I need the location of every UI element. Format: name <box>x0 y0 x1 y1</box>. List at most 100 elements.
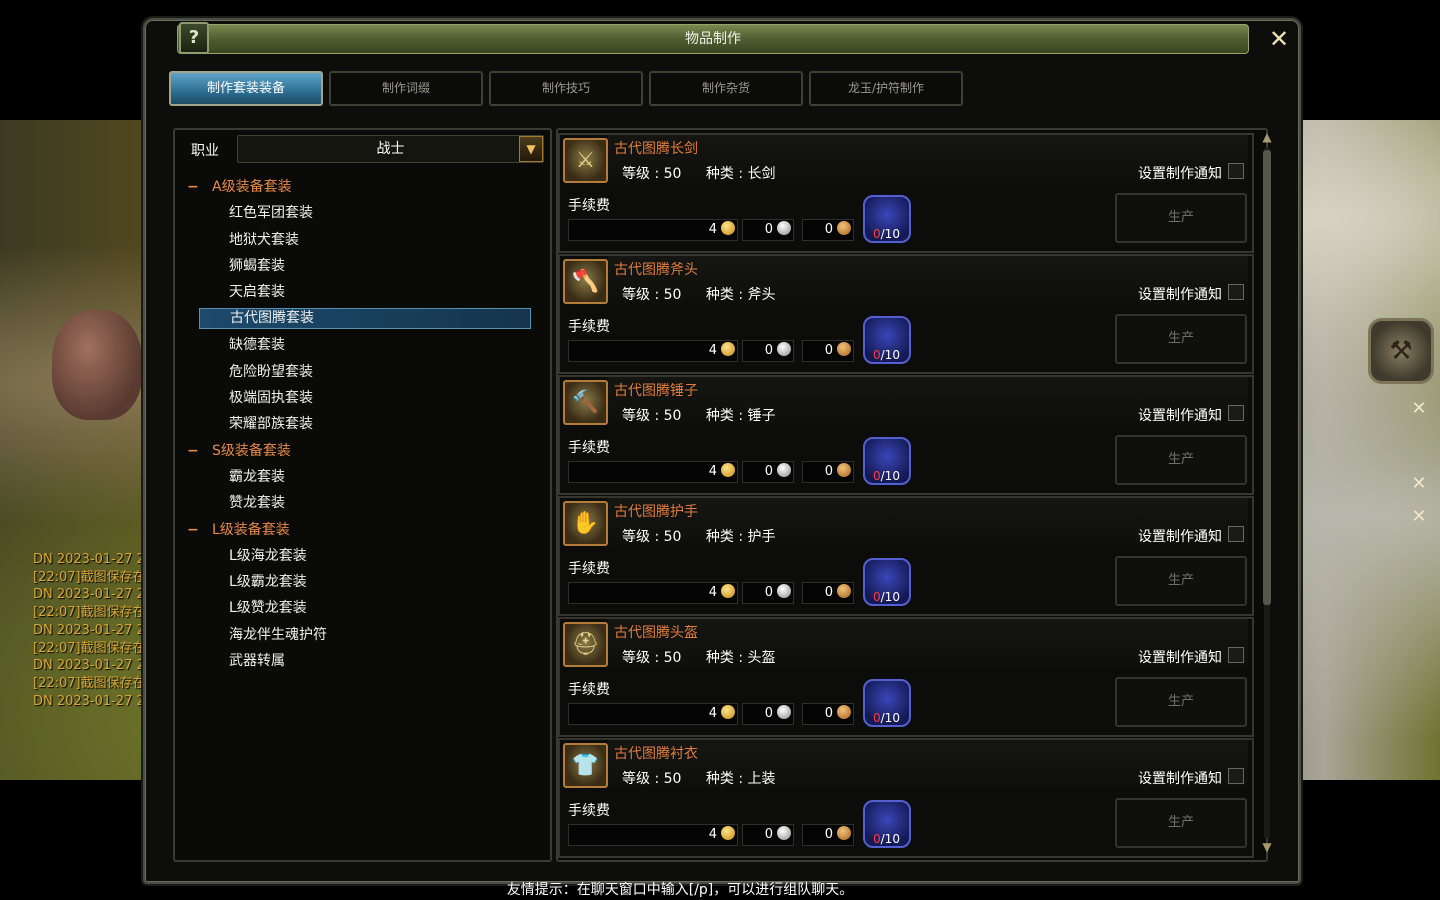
notify-checkbox[interactable] <box>1228 526 1244 542</box>
fee-silver-value: 0 <box>764 464 773 479</box>
tree-item[interactable]: L级海龙套装 <box>183 543 545 569</box>
notify-label: 设置制作通知 <box>1138 166 1222 182</box>
item-icon[interactable]: ✋ <box>563 501 608 546</box>
copper-coin-icon <box>837 221 851 235</box>
notify-checkbox[interactable] <box>1228 768 1244 784</box>
silver-coin-icon <box>777 221 791 235</box>
tree-item[interactable]: 霸龙套装 <box>183 464 545 490</box>
tree-item[interactable]: 红色军团套装 <box>183 200 545 226</box>
tree-group[interactable]: − S级装备套装 <box>183 438 545 464</box>
produce-button[interactable]: 生产 <box>1115 556 1247 606</box>
fee-label: 手续费 <box>568 319 610 335</box>
recipe-name: 古代图腾斧头 <box>614 262 698 278</box>
material-need: /10 <box>880 832 900 846</box>
tab-set-equipment[interactable]: 制作套装装备 <box>169 71 323 106</box>
tree-item[interactable]: L级霸龙套装 <box>183 569 545 595</box>
scroll-thumb[interactable] <box>1263 150 1271 605</box>
recipe-name: 古代图腾护手 <box>614 504 698 520</box>
collapse-icon[interactable]: − <box>183 517 212 543</box>
tab-dragon-jade-talisman[interactable]: 龙玉/护符制作 <box>809 71 963 106</box>
recipe-name: 古代图腾头盔 <box>614 625 698 641</box>
produce-button[interactable]: 生产 <box>1115 798 1247 848</box>
recipe-item: ⚔ 古代图腾长剑 等级 : 50 种类 : 长剑 设置制作通知 手续费 4 0 … <box>558 133 1254 253</box>
tree-item[interactable]: 极端固执套装 <box>183 385 545 411</box>
gold-coin-icon <box>721 221 735 235</box>
fee-copper: 0 <box>802 582 854 604</box>
material-icon[interactable]: 0/10 <box>863 437 911 485</box>
recipe-meta: 等级 : 50 种类 : 护手 <box>622 526 796 546</box>
tree-group-label: A级装备套装 <box>212 179 292 195</box>
item-icon[interactable]: 🔨 <box>563 380 608 425</box>
window-title: 物品制作 <box>177 24 1249 54</box>
recipe-item: 👕 古代图腾衬衣 等级 : 50 种类 : 上装 设置制作通知 手续费 4 0 … <box>558 738 1254 858</box>
fee-copper-value: 0 <box>824 585 833 600</box>
tree-item[interactable]: 危险盼望套装 <box>183 359 545 385</box>
fee-label: 手续费 <box>568 561 610 577</box>
scroll-down-icon[interactable]: ▼ <box>1260 840 1274 854</box>
recipe-level: 等级 : 50 <box>622 529 682 545</box>
help-button[interactable]: ? <box>179 22 209 54</box>
tree-item[interactable]: 天启套装 <box>183 279 545 305</box>
material-icon[interactable]: 0/10 <box>863 558 911 606</box>
material-need: /10 <box>880 711 900 725</box>
fee-silver-value: 0 <box>764 343 773 358</box>
fee-gold: 4 <box>568 824 738 846</box>
recipe-meta: 等级 : 50 种类 : 斧头 <box>622 284 796 304</box>
notify-checkbox[interactable] <box>1228 405 1244 421</box>
tree-item[interactable]: 狮蝎套装 <box>183 253 545 279</box>
anvil-icon[interactable]: ⚒ <box>1368 318 1434 384</box>
tab-affix[interactable]: 制作词缀 <box>329 71 483 106</box>
item-icon[interactable]: ⚔ <box>563 138 608 183</box>
chevron-down-icon[interactable]: ▼ <box>519 136 543 162</box>
copper-coin-icon <box>837 342 851 356</box>
recipe-list: ⚔ 古代图腾长剑 等级 : 50 种类 : 长剑 设置制作通知 手续费 4 0 … <box>556 128 1268 862</box>
produce-button[interactable]: 生产 <box>1115 435 1247 485</box>
close-icon[interactable]: ✕ <box>1410 508 1428 526</box>
produce-button[interactable]: 生产 <box>1115 193 1247 243</box>
tree-group[interactable]: − L级装备套装 <box>183 517 545 543</box>
notify-checkbox[interactable] <box>1228 647 1244 663</box>
tree-item[interactable]: 古代图腾套装 <box>199 308 531 330</box>
fee-gold-value: 4 <box>708 464 717 479</box>
tree-item[interactable]: 缺德套装 <box>183 332 545 358</box>
notify-checkbox[interactable] <box>1228 163 1244 179</box>
material-quantity: 0/10 <box>873 590 900 604</box>
fee-copper-value: 0 <box>824 827 833 842</box>
tab-skill[interactable]: 制作技巧 <box>489 71 643 106</box>
collapse-icon[interactable]: − <box>183 438 212 464</box>
material-icon[interactable]: 0/10 <box>863 800 911 848</box>
produce-button[interactable]: 生产 <box>1115 677 1247 727</box>
tree-group[interactable]: − A级装备套装 <box>183 174 545 200</box>
tree-item[interactable]: 地狱犬套装 <box>183 227 545 253</box>
close-button[interactable]: ✕ <box>1266 26 1292 52</box>
recipe-scrollbar[interactable]: ▲ ▼ <box>1260 128 1274 860</box>
close-icon[interactable]: ✕ <box>1410 400 1428 418</box>
scroll-up-icon[interactable]: ▲ <box>1260 130 1274 144</box>
tab-sundries[interactable]: 制作杂货 <box>649 71 803 106</box>
tree-item[interactable]: 武器转属 <box>183 648 545 674</box>
fee-label: 手续费 <box>568 440 610 456</box>
close-icon[interactable]: ✕ <box>1410 475 1428 493</box>
item-icon[interactable]: 👕 <box>563 743 608 788</box>
produce-button[interactable]: 生产 <box>1115 314 1247 364</box>
collapse-icon[interactable]: − <box>183 174 212 200</box>
material-quantity: 0/10 <box>873 469 900 483</box>
material-icon[interactable]: 0/10 <box>863 316 911 364</box>
tree-group-label: L级装备套装 <box>212 521 290 538</box>
job-select[interactable]: 战士 ▼ <box>237 135 544 163</box>
fee-copper-value: 0 <box>824 706 833 721</box>
tree-item[interactable]: L级赞龙套装 <box>183 595 545 621</box>
notify-checkbox[interactable] <box>1228 284 1244 300</box>
gold-coin-icon <box>721 463 735 477</box>
item-icon[interactable]: ⛑ <box>563 622 608 667</box>
material-icon[interactable]: 0/10 <box>863 195 911 243</box>
tree-item[interactable]: 荣耀部族套装 <box>183 411 545 437</box>
item-icon[interactable]: 🪓 <box>563 259 608 304</box>
fee-label: 手续费 <box>568 198 610 214</box>
tree-item[interactable]: 海龙伴生魂护符 <box>183 622 545 648</box>
material-need: /10 <box>880 469 900 483</box>
recipe-item: ⛑ 古代图腾头盔 等级 : 50 种类 : 头盔 设置制作通知 手续费 4 0 … <box>558 617 1254 737</box>
material-quantity: 0/10 <box>873 711 900 725</box>
material-icon[interactable]: 0/10 <box>863 679 911 727</box>
tree-item[interactable]: 赞龙套装 <box>183 490 545 516</box>
